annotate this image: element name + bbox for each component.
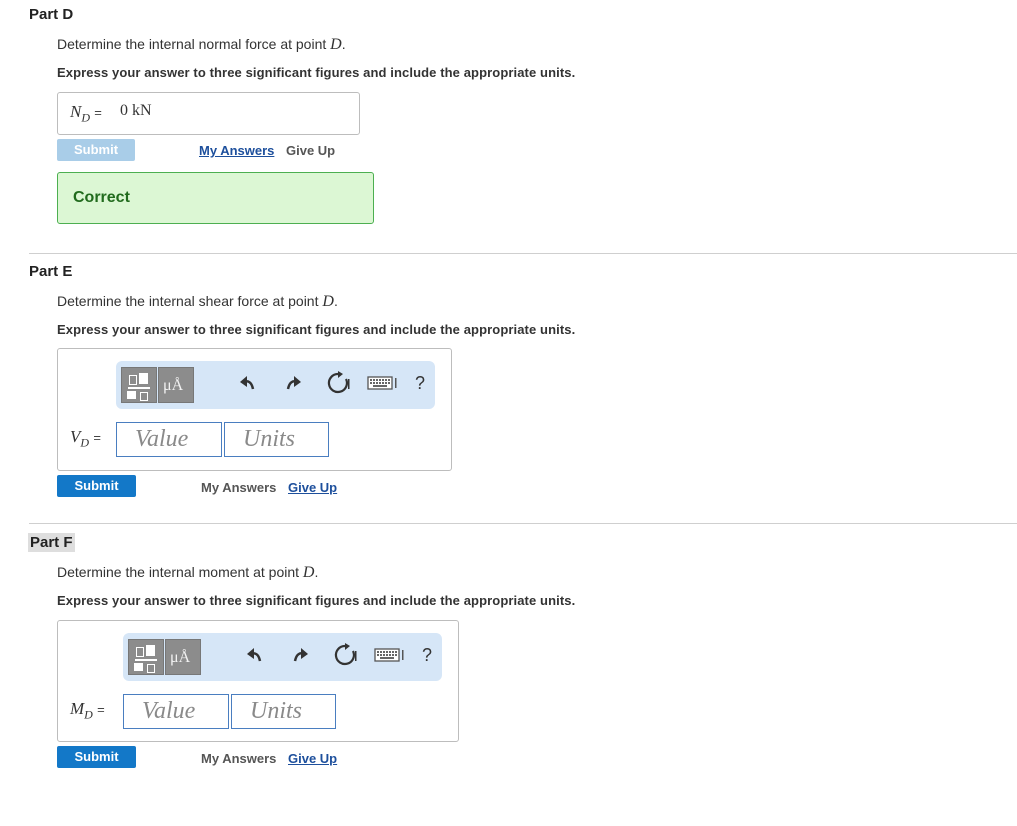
part-f-instruction: Express your answer to three significant… [57, 593, 576, 608]
part-d-instruction: Express your answer to three significant… [57, 65, 576, 80]
templates-icon[interactable] [128, 639, 164, 675]
part-e-variable: VD = [70, 427, 101, 450]
divider [29, 523, 1017, 524]
part-d-answer-box: ND = 0 kN [57, 92, 360, 135]
part-f-variable: MD = [70, 699, 105, 722]
help-icon[interactable]: ? [415, 373, 425, 394]
units-icon[interactable]: μÅ [158, 367, 194, 403]
part-e-value-input[interactable]: Value [116, 422, 222, 457]
part-f-submit-button[interactable]: Submit [57, 746, 136, 768]
part-e-math-toolbar: μÅ ? [116, 361, 435, 409]
reset-icon[interactable] [326, 371, 350, 395]
part-f-title: Part F [28, 533, 75, 552]
part-f-prompt: Determine the internal moment at point D… [57, 564, 319, 581]
reset-icon[interactable] [333, 643, 357, 667]
part-d-submit-button[interactable]: Submit [57, 139, 135, 161]
point-label: D [302, 564, 315, 581]
keyboard-icon[interactable] [367, 375, 399, 391]
part-d-correct-feedback: Correct [57, 172, 374, 224]
part-e-instruction: Express your answer to three significant… [57, 322, 576, 337]
part-e-submit-button[interactable]: Submit [57, 475, 136, 497]
part-f-my-answers-link[interactable]: My Answers [201, 751, 276, 766]
part-f-give-up-link[interactable]: Give Up [288, 751, 337, 766]
undo-icon[interactable] [246, 645, 264, 667]
keyboard-icon[interactable] [374, 647, 406, 663]
point-label: D [322, 293, 334, 310]
part-f-units-input[interactable]: Units [231, 694, 336, 729]
part-e-units-input[interactable]: Units [224, 422, 329, 457]
part-d-title: Part D [29, 6, 74, 23]
part-d-answer-value: 0 kN [120, 102, 152, 119]
part-e-answer-box: μÅ ? VD = Value Units [57, 348, 452, 471]
part-e-prompt: Determine the internal shear force at po… [57, 293, 338, 310]
point-label: D [330, 36, 342, 53]
redo-icon[interactable] [284, 373, 302, 395]
part-d-give-up-link[interactable]: Give Up [286, 143, 335, 158]
part-d-my-answers-link[interactable]: My Answers [199, 143, 274, 158]
part-f-value-input[interactable]: Value [123, 694, 229, 729]
help-icon[interactable]: ? [422, 645, 432, 666]
part-f-answer-box: μÅ ? MD = Value Units [57, 620, 459, 742]
part-e-my-answers-link[interactable]: My Answers [201, 480, 276, 495]
undo-icon[interactable] [239, 373, 257, 395]
units-icon[interactable]: μÅ [165, 639, 201, 675]
templates-icon[interactable] [121, 367, 157, 403]
part-d-prompt: Determine the internal normal force at p… [57, 36, 346, 53]
part-d-variable: ND = [70, 102, 102, 125]
part-f-math-toolbar: μÅ ? [123, 633, 442, 681]
redo-icon[interactable] [291, 645, 309, 667]
divider [29, 253, 1017, 254]
part-e-title: Part E [29, 263, 73, 280]
part-e-give-up-link[interactable]: Give Up [288, 480, 337, 495]
